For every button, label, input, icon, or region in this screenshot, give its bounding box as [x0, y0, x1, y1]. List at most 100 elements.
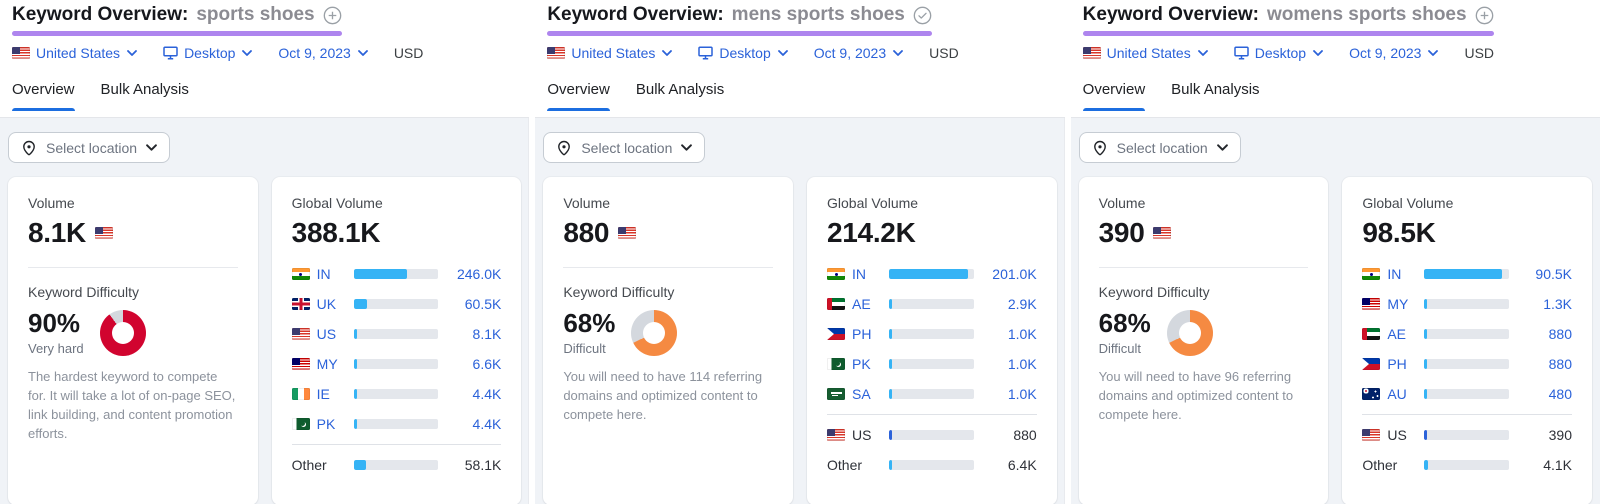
- tab-bulk-analysis[interactable]: Bulk Analysis: [1171, 81, 1259, 111]
- volume-bar-track: [1424, 299, 1509, 309]
- country-volume-list-bottom: US880Other6.4K: [827, 420, 1037, 480]
- country-volume-row: IN201.0K: [827, 259, 1037, 289]
- device-filter[interactable]: Desktop: [163, 45, 252, 61]
- desktop-icon: [163, 46, 178, 60]
- device-filter[interactable]: Desktop: [698, 45, 787, 61]
- panel-header: Keyword Overview: womens sports shoes Un…: [1071, 0, 1600, 118]
- filters-row: United States Desktop Oct 9, 2023 USD: [547, 45, 1052, 61]
- country-volume-value: 1.0K: [981, 356, 1037, 372]
- country-code-label: Other: [827, 457, 882, 473]
- volume-bar-fill: [1424, 359, 1427, 369]
- volume-card: Volume 8.1K Keyword Difficulty 90% Very …: [8, 177, 258, 504]
- country-volume-value: 880: [981, 427, 1037, 443]
- country-volume-value: 6.6K: [445, 356, 501, 372]
- volume-bar-track: [1424, 389, 1509, 399]
- select-location-button[interactable]: Select location: [1079, 132, 1241, 163]
- volume-bar-fill: [889, 299, 892, 309]
- tab-bulk-analysis[interactable]: Bulk Analysis: [101, 81, 189, 111]
- select-location-button[interactable]: Select location: [8, 132, 170, 163]
- country-code-label: MY: [1387, 296, 1417, 312]
- country-volume-row: IN90.5K: [1362, 259, 1572, 289]
- volume-bar-track: [354, 359, 439, 369]
- kd-percent: 68%: [1099, 308, 1151, 339]
- ie-flag-icon: [292, 388, 310, 400]
- global-volume-card: Global Volume 214.2K IN201.0KAE2.9KPH1.0…: [807, 177, 1057, 504]
- kd-description: You will need to have 96 referring domai…: [1099, 368, 1309, 425]
- global-volume-label: Global Volume: [1362, 195, 1572, 211]
- global-volume-card: Global Volume 98.5K IN90.5KMY1.3KAE880PH…: [1342, 177, 1592, 504]
- tab-overview[interactable]: Overview: [1083, 81, 1146, 111]
- country-filter[interactable]: United States: [1083, 45, 1208, 61]
- country-volume-row: AE880: [1362, 319, 1572, 349]
- country-filter-label: United States: [36, 45, 120, 61]
- country-code-label: MY: [317, 356, 347, 372]
- tabs: Overview Bulk Analysis: [547, 81, 1052, 111]
- volume-bar-track: [889, 460, 974, 470]
- country-volume-value: 1.0K: [981, 326, 1037, 342]
- country-volume-row: SA1.0K: [827, 379, 1037, 409]
- volume-label: Volume: [1099, 195, 1309, 211]
- in-flag-icon: [1362, 268, 1380, 280]
- country-volume-row: Other6.4K: [827, 450, 1037, 480]
- volume-card: Volume 880 Keyword Difficulty 68% Diffic…: [543, 177, 793, 504]
- device-filter[interactable]: Desktop: [1234, 45, 1323, 61]
- volume-bar-track: [1424, 430, 1509, 440]
- keyword-text: sports shoes: [196, 4, 314, 26]
- date-filter-label: Oct 9, 2023: [1349, 45, 1421, 61]
- select-location-button[interactable]: Select location: [543, 132, 705, 163]
- ae-flag-icon: [1362, 328, 1380, 340]
- global-volume-value: 98.5K: [1362, 217, 1572, 249]
- kd-level: Very hard: [28, 341, 84, 356]
- kd-level: Difficult: [563, 341, 615, 356]
- country-volume-list-bottom: US390Other4.1K: [1362, 420, 1572, 480]
- tabs: Overview Bulk Analysis: [12, 81, 517, 111]
- country-volume-value: 880: [1516, 356, 1572, 372]
- volume-bar-fill: [1424, 299, 1427, 309]
- us-flag-icon: [1362, 429, 1380, 441]
- uk-flag-icon: [292, 298, 310, 310]
- country-volume-row: MY 6.6K: [292, 349, 502, 379]
- volume-bar-fill: [1424, 389, 1427, 399]
- panel-body: Select location Volume 880 Keyword Diffi…: [535, 118, 1064, 504]
- country-volume-row: UK60.5K: [292, 289, 502, 319]
- volume-card: Volume 390 Keyword Difficulty 68% Diffic…: [1079, 177, 1329, 504]
- tab-overview[interactable]: Overview: [12, 81, 75, 111]
- add-keyword-icon[interactable]: [323, 6, 342, 25]
- filters-row: United States Desktop Oct 9, 2023 USD: [12, 45, 517, 61]
- keyword-accent-underline: [547, 31, 932, 36]
- country-volume-value: 4.4K: [445, 416, 501, 432]
- volume-label: Volume: [28, 195, 238, 211]
- country-code-label: Other: [292, 457, 347, 473]
- us-flag-icon: [618, 227, 636, 239]
- keyword-added-check-icon[interactable]: [913, 6, 932, 25]
- volume-bar-fill: [354, 329, 357, 339]
- country-filter[interactable]: United States: [547, 45, 672, 61]
- divider: [563, 267, 773, 268]
- country-volume-row: PK1.0K: [827, 349, 1037, 379]
- location-pin-icon: [21, 140, 37, 156]
- keyword-difficulty-label: Keyword Difficulty: [1099, 284, 1309, 300]
- volume-bar-track: [1424, 269, 1509, 279]
- device-filter-label: Desktop: [719, 45, 770, 61]
- tab-overview[interactable]: Overview: [547, 81, 610, 111]
- country-filter-label: United States: [571, 45, 655, 61]
- us-flag-icon: [827, 429, 845, 441]
- country-volume-row: US8.1K: [292, 319, 502, 349]
- volume-value: 390: [1099, 217, 1309, 249]
- country-volume-row: IE4.4K: [292, 379, 502, 409]
- volume-bar-track: [889, 299, 974, 309]
- date-filter[interactable]: Oct 9, 2023: [1349, 45, 1438, 61]
- tab-bulk-analysis[interactable]: Bulk Analysis: [636, 81, 724, 111]
- country-volume-row: US880: [827, 420, 1037, 450]
- country-code-label: IE: [317, 386, 347, 402]
- date-filter[interactable]: Oct 9, 2023: [278, 45, 367, 61]
- volume-bar-fill: [889, 329, 892, 339]
- country-code-label: US: [1387, 427, 1417, 443]
- add-keyword-icon[interactable]: [1475, 6, 1494, 25]
- date-filter[interactable]: Oct 9, 2023: [814, 45, 903, 61]
- ph-flag-icon: [827, 328, 845, 340]
- chevron-down-icon: [1198, 50, 1208, 56]
- panel-sports-shoes: Keyword Overview: sports shoes United St…: [0, 0, 529, 504]
- country-filter[interactable]: United States: [12, 45, 137, 61]
- country-code-label: IN: [852, 266, 882, 282]
